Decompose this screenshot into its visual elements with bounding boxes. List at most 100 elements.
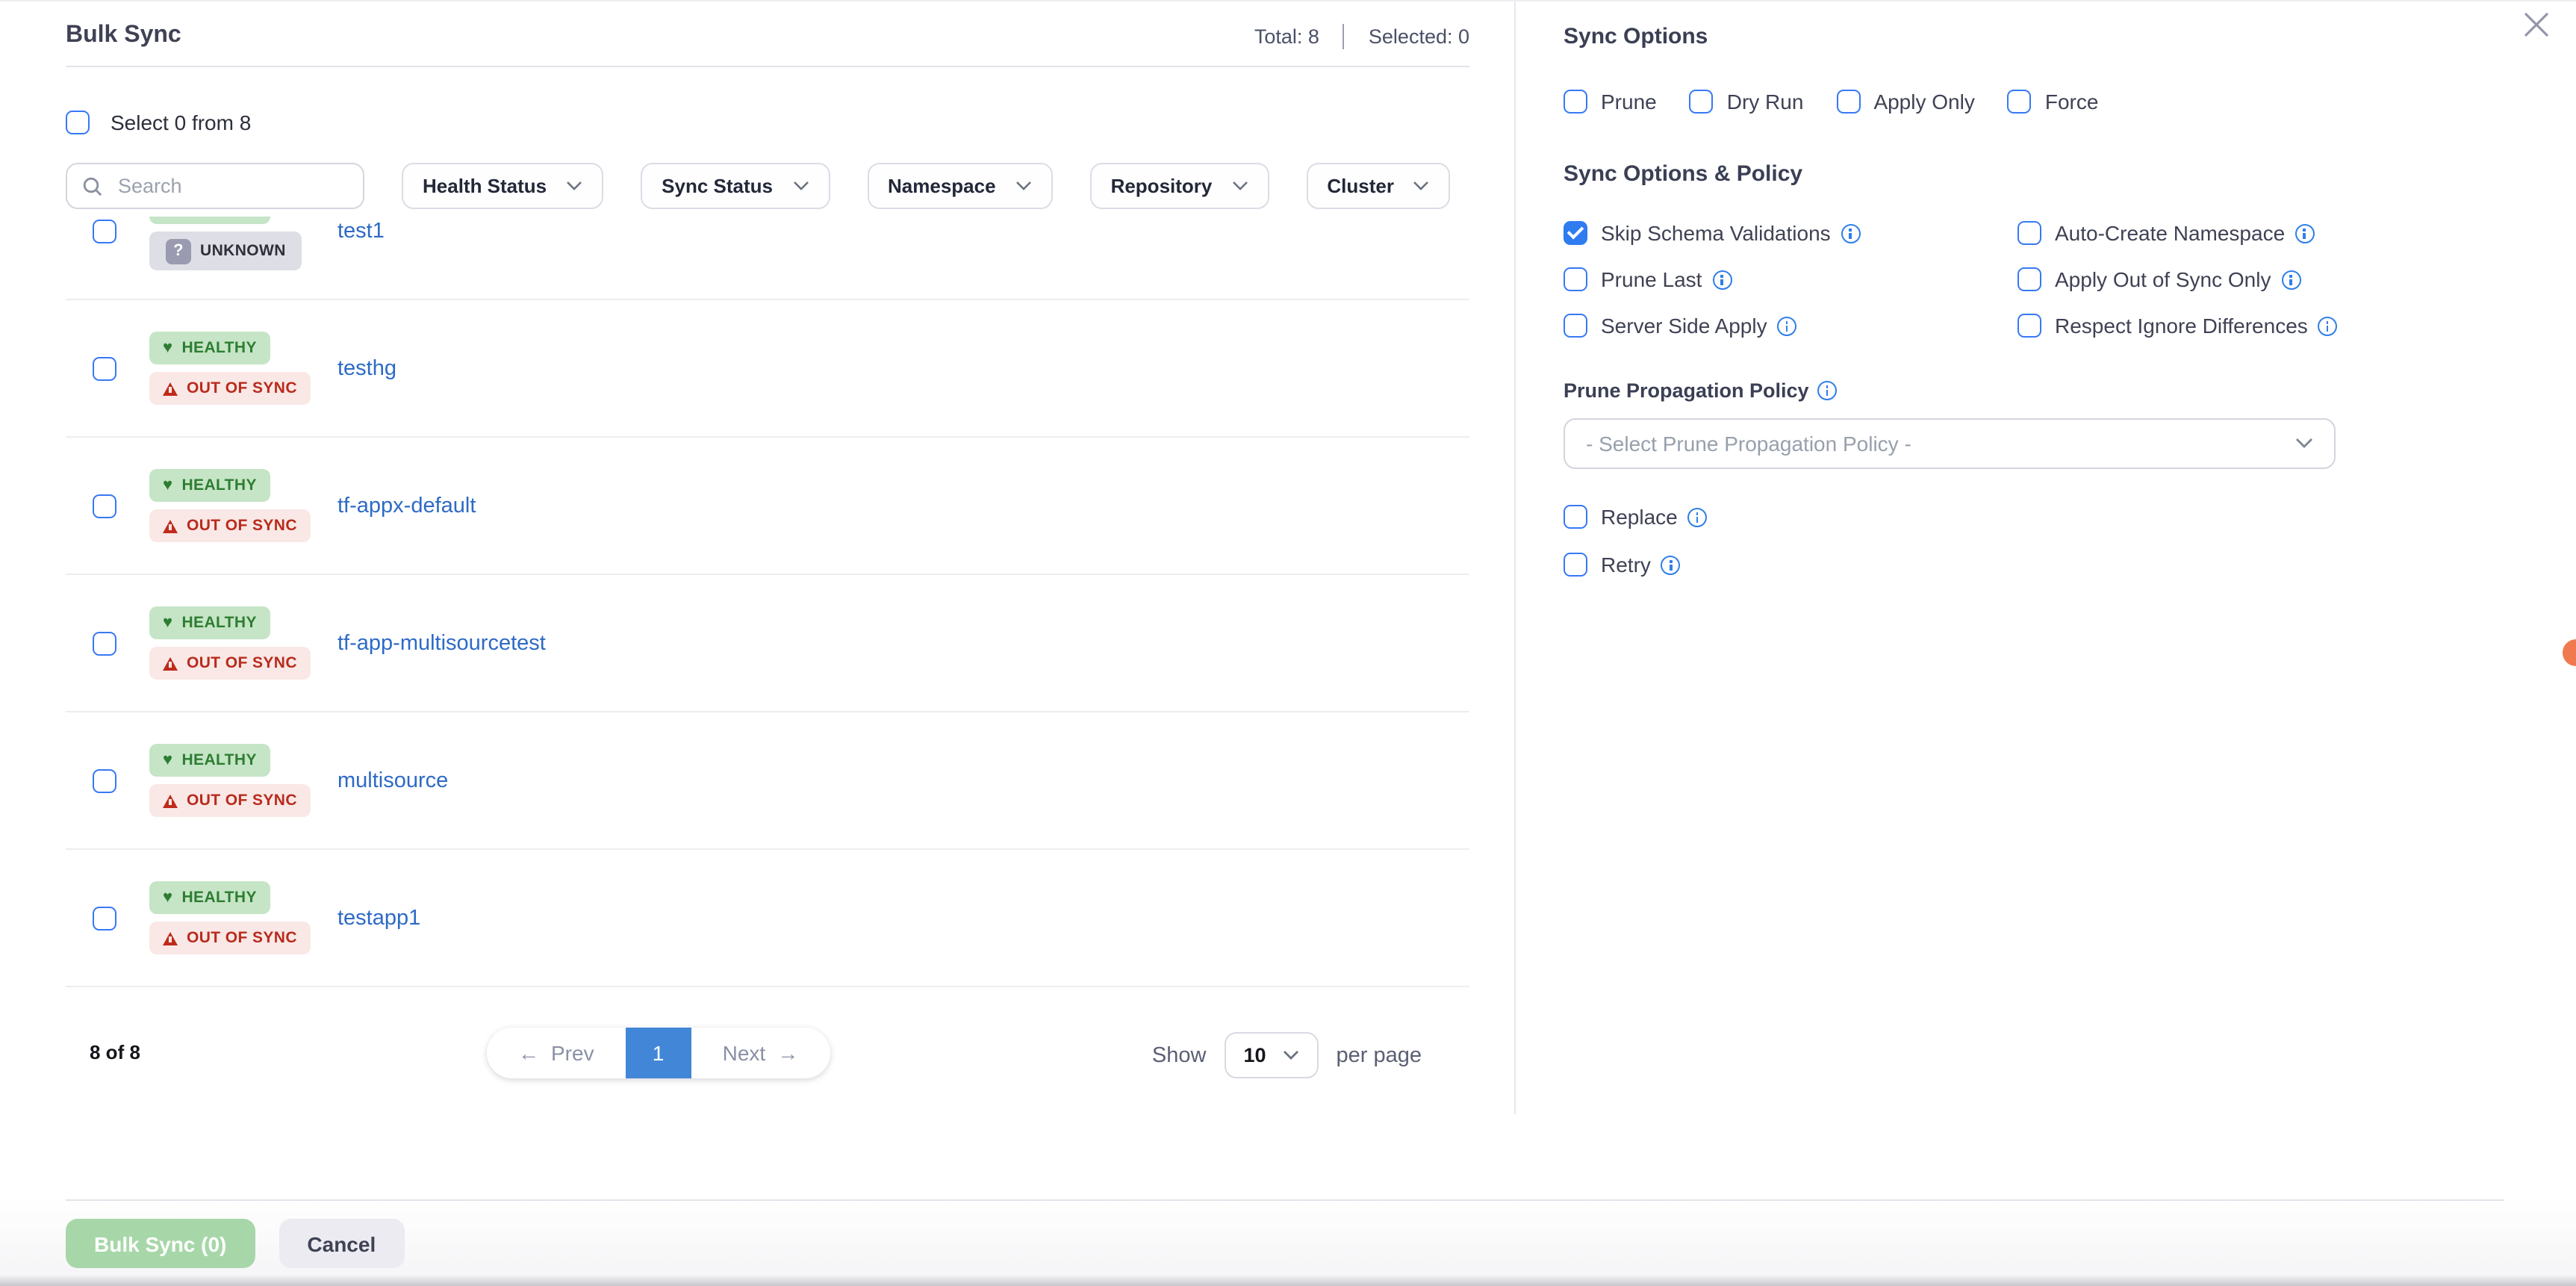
app-name-link[interactable]: testapp1: [337, 906, 420, 930]
policy-option-checkbox-prune-last[interactable]: [1564, 267, 1587, 291]
app-name-link[interactable]: tf-app-multisourcetest: [337, 631, 546, 655]
policy-option-checkbox-skip-schema-validations[interactable]: [1564, 221, 1587, 245]
option-label: Server Side Apply: [1601, 314, 1767, 338]
modal-footer: Bulk Sync (0) Cancel: [0, 1199, 2576, 1286]
policy-option-respect-ignore-differences: Respect Ignore Differences: [2017, 314, 2546, 338]
row-checkbox[interactable]: [93, 219, 116, 243]
option-label: Dry Run: [1727, 90, 1804, 114]
question-mark-icon: ?: [166, 238, 191, 264]
badge-label: HEALTHY: [181, 614, 256, 632]
filter-repository[interactable]: Repository: [1090, 163, 1269, 209]
option-checkbox-apply-only[interactable]: [1836, 90, 1860, 114]
sync-status-badge: OUT OF SYNC: [149, 647, 311, 680]
filter-label: Health Status: [423, 175, 547, 197]
chevron-down-icon: [1015, 181, 1032, 191]
app-name-link[interactable]: testhg: [337, 356, 396, 380]
cancel-button[interactable]: Cancel: [279, 1219, 404, 1268]
app-list-pane: Bulk Sync Total: 8 Selected: 0 Select 0 …: [0, 1, 1516, 1114]
chevron-down-icon: [2295, 438, 2313, 450]
chevron-down-icon: [1231, 181, 1248, 191]
search-box: [66, 163, 364, 209]
info-icon[interactable]: [1818, 381, 1838, 400]
app-name-link[interactable]: multisource: [337, 768, 448, 792]
prune-policy-label-row: Prune Propagation Policy: [1564, 379, 2546, 402]
info-icon[interactable]: [2295, 223, 2315, 243]
policy-option-checkbox-auto-create-namespace[interactable]: [2017, 221, 2041, 245]
bulk-sync-button[interactable]: Bulk Sync (0): [66, 1219, 255, 1268]
sync-options-title: Sync Options: [1564, 24, 2546, 49]
option-checkbox-force[interactable]: [2008, 90, 2032, 114]
heart-icon: ♥: [163, 477, 172, 494]
badge-stack: ♥HEALTHYOUT OF SYNC: [149, 744, 306, 817]
toolbar: Health Status Sync Status Namespace Reposit…: [66, 163, 1469, 209]
heart-icon: ♥: [163, 752, 172, 768]
warning-triangle-icon: [163, 382, 178, 395]
left-header: Bulk Sync Total: 8 Selected: 0: [66, 1, 1469, 67]
policy-option-apply-out-of-sync-only: Apply Out of Sync Only: [2017, 267, 2546, 291]
badge-stack: ♥HEALTHYOUT OF SYNC: [149, 881, 306, 954]
chevron-down-icon: [792, 181, 809, 191]
option-apply-only: Apply Only: [1836, 90, 1974, 114]
info-icon[interactable]: [1778, 316, 1797, 335]
info-icon[interactable]: [2318, 316, 2338, 335]
app-name-link[interactable]: tf-appx-default: [337, 494, 476, 518]
info-icon[interactable]: [1712, 270, 1732, 289]
arrow-right-icon: →: [777, 1041, 798, 1065]
chevron-down-icon: [1283, 1050, 1299, 1060]
prev-page-button[interactable]: ← Prev: [487, 1028, 626, 1078]
next-page-button[interactable]: Next →: [691, 1028, 830, 1078]
badge-label: HEALTHY: [181, 476, 256, 494]
option-replace: Replace: [1564, 505, 2546, 529]
option-checkbox-replace[interactable]: [1564, 505, 1587, 529]
quick-options-row: PruneDry RunApply OnlyForce: [1564, 90, 2546, 114]
close-icon: [2521, 10, 2550, 38]
policy-option-skip-schema-validations: Skip Schema Validations: [1564, 221, 2017, 245]
warning-triangle-icon: [163, 931, 178, 945]
policy-option-checkbox-apply-out-of-sync-only[interactable]: [2017, 267, 2041, 291]
option-label: Replace: [1601, 505, 1678, 529]
badge-label: HEALTHY: [181, 889, 256, 907]
badge-stack: ♥HEALTHYOUT OF SYNC: [149, 469, 306, 542]
info-icon[interactable]: [1841, 223, 1861, 243]
option-label: Retry: [1601, 553, 1651, 577]
row-checkbox[interactable]: [93, 494, 116, 518]
prune-policy-select[interactable]: - Select Prune Propagation Policy -: [1564, 418, 2336, 469]
current-page-button[interactable]: 1: [626, 1028, 691, 1078]
row-checkbox[interactable]: [93, 906, 116, 930]
info-icon[interactable]: [2281, 270, 2300, 289]
app-row-testapp1: ♥HEALTHYOUT OF SYNC testapp1: [66, 850, 1469, 987]
filter-sync-status[interactable]: Sync Status: [641, 163, 830, 209]
policy-option-checkbox-respect-ignore-differences[interactable]: [2017, 314, 2041, 338]
page-size-select[interactable]: 10: [1224, 1032, 1318, 1078]
badge-label: HEALTHY: [181, 339, 256, 357]
option-checkbox-retry[interactable]: [1564, 553, 1587, 577]
option-checkbox-dry-run[interactable]: [1690, 90, 1714, 114]
filter-label: Sync Status: [662, 175, 773, 197]
row-checkbox[interactable]: [93, 768, 116, 792]
option-checkbox-prune[interactable]: [1564, 90, 1587, 114]
close-button[interactable]: [2516, 4, 2555, 43]
info-icon[interactable]: [1688, 507, 1708, 526]
filter-label: Namespace: [888, 175, 996, 197]
option-label: Auto-Create Namespace: [2055, 221, 2285, 245]
filter-namespace[interactable]: Namespace: [867, 163, 1053, 209]
health-badge: ♥HEALTHY: [149, 881, 270, 914]
info-icon[interactable]: [1661, 555, 1681, 574]
page-summary: 8 of 8: [90, 1041, 140, 1063]
row-checkbox[interactable]: [93, 631, 116, 655]
policy-option-checkbox-server-side-apply[interactable]: [1564, 314, 1587, 338]
option-prune: Prune: [1564, 90, 1657, 114]
search-input[interactable]: [115, 173, 348, 199]
app-name-link[interactable]: test1: [337, 219, 385, 243]
select-all-checkbox[interactable]: [66, 111, 90, 134]
option-label: Skip Schema Validations: [1601, 221, 1831, 245]
selected-count: Selected: 0: [1369, 25, 1469, 48]
badge-stack: ♥HEALTHYOUT OF SYNC: [149, 332, 306, 405]
next-label: Next: [723, 1041, 766, 1065]
row-checkbox[interactable]: [93, 356, 116, 380]
filter-group: Health Status Sync Status Namespace Reposit…: [402, 163, 1451, 209]
warning-triangle-icon: [163, 794, 178, 807]
filter-health-status[interactable]: Health Status: [402, 163, 603, 209]
filter-cluster[interactable]: Cluster: [1306, 163, 1451, 209]
warning-triangle-icon: [163, 656, 178, 670]
